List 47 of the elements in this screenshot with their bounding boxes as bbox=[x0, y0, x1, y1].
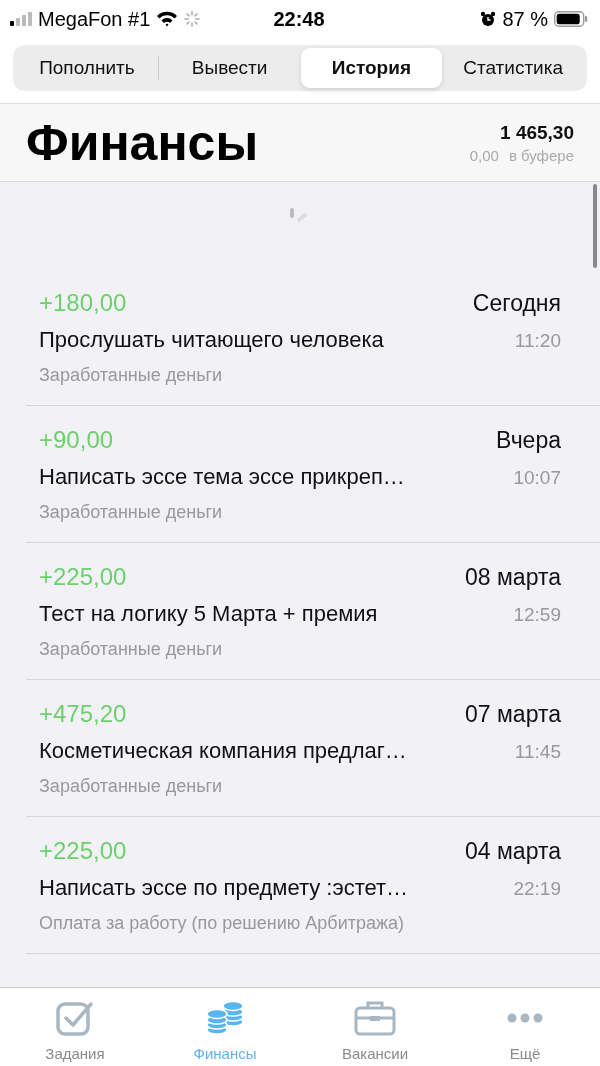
transaction-title: Написать эссе тема эссе прикреп… bbox=[39, 464, 405, 490]
buffer-label: в буфере bbox=[508, 146, 574, 164]
transaction-category: Оплата за работу (по решению Арбитража) bbox=[39, 913, 405, 934]
carrier-name: MegaFon #1 bbox=[38, 7, 151, 31]
transaction-title: Написать эссе по предмету :эстет… bbox=[39, 875, 409, 901]
segment-tab[interactable]: Пополнить bbox=[16, 48, 158, 88]
transaction-date: 08 марта bbox=[465, 564, 561, 591]
transaction-date: 07 марта bbox=[465, 701, 561, 728]
checkbox-tick-icon bbox=[56, 1000, 94, 1036]
transaction-time: 22:19 bbox=[513, 878, 561, 900]
transaction-category: Заработанные деньги bbox=[39, 776, 224, 797]
transaction-amount: +225,00 bbox=[39, 563, 127, 591]
transaction-amount: +225,00 bbox=[39, 837, 127, 865]
briefcase-icon bbox=[354, 1000, 396, 1036]
activity-spinner-icon bbox=[184, 11, 201, 27]
transaction-category: Заработанные деньги bbox=[39, 365, 224, 386]
transaction-time: 11:20 bbox=[514, 330, 561, 352]
transaction-date: Сегодня bbox=[472, 290, 561, 317]
transaction-category: Заработанные деньги bbox=[39, 639, 224, 660]
alarm-icon bbox=[480, 11, 497, 27]
transaction-amount: +90,00 bbox=[39, 426, 114, 454]
segment-tab[interactable]: История bbox=[300, 48, 443, 88]
transaction-date: 04 марта bbox=[465, 838, 561, 865]
clock-time: 22:48 bbox=[273, 7, 325, 31]
tab-bar-item[interactable]: Задания bbox=[0, 988, 150, 1066]
transaction-date: Вчера bbox=[496, 427, 561, 454]
page-title: Финансы bbox=[26, 113, 259, 172]
transaction-time: 12:59 bbox=[513, 604, 561, 626]
transaction-time: 10:07 bbox=[513, 467, 561, 489]
battery-percent: 87 % bbox=[502, 7, 548, 31]
transaction-title: Тест на логику 5 Марта + премия bbox=[39, 601, 378, 627]
transaction-title: Прослушать читающего человека bbox=[39, 327, 384, 353]
signal-icon bbox=[10, 12, 32, 26]
battery-icon bbox=[554, 11, 588, 27]
balance-amount: 1 465,30 bbox=[500, 121, 574, 144]
wifi-icon bbox=[156, 11, 179, 27]
segment-tab[interactable]: Статистика bbox=[442, 48, 584, 88]
transaction-amount: +475,20 bbox=[39, 700, 127, 728]
tab-bar-item[interactable]: Вакансии bbox=[300, 988, 450, 1066]
buffer-amount: 0,00 bbox=[469, 146, 499, 164]
transaction-title: Косметическая компания предлаг… bbox=[39, 738, 407, 764]
coins-icon bbox=[205, 1000, 245, 1036]
transaction-time: 11:45 bbox=[514, 741, 561, 763]
segment-tab[interactable]: Вывести bbox=[158, 48, 301, 88]
transaction-category: Заработанные деньги bbox=[39, 502, 224, 523]
transaction-amount: +180,00 bbox=[39, 289, 127, 317]
more-icon bbox=[507, 1013, 543, 1023]
